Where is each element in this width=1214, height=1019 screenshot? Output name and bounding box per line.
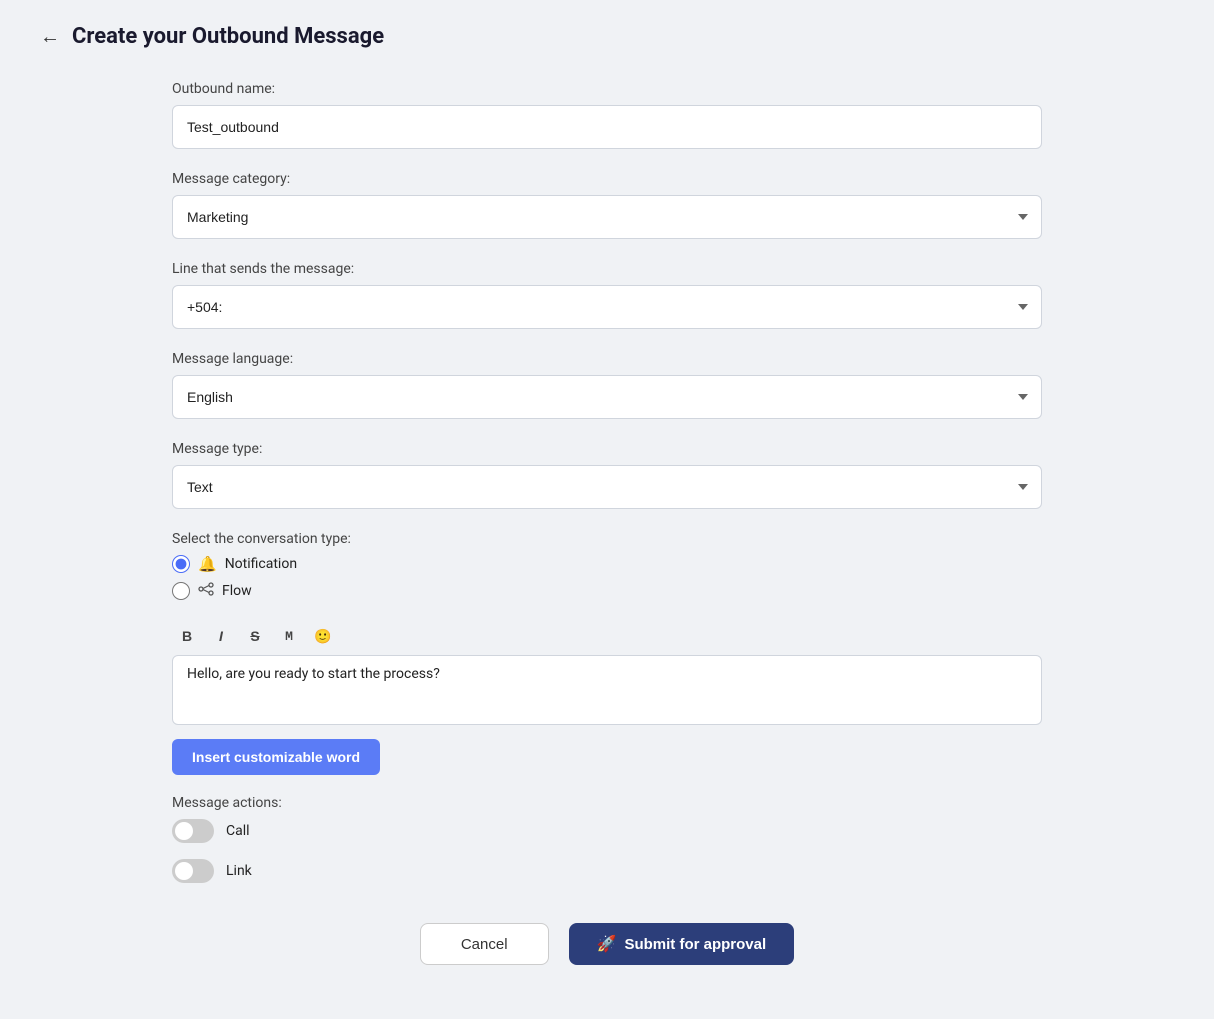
italic-button[interactable]: I [206, 621, 236, 651]
radio-notification[interactable]: 🔔 Notification [172, 555, 1042, 573]
footer-actions: Cancel 🚀 Submit for approval [172, 923, 1042, 995]
message-type-wrapper: Text Image Video Document [172, 465, 1042, 509]
mono-button[interactable]: M [274, 621, 304, 651]
message-category-label: Message category: [172, 171, 1042, 187]
radio-flow[interactable]: Flow [172, 581, 1042, 601]
bell-icon: 🔔 [198, 555, 217, 573]
message-category-wrapper: Marketing Transactional Authentication [172, 195, 1042, 239]
message-actions-label: Message actions: [172, 795, 1042, 811]
link-slider [172, 859, 214, 883]
insert-customizable-word-button[interactable]: Insert customizable word [172, 739, 380, 775]
message-language-select[interactable]: English Spanish French Portuguese [172, 375, 1042, 419]
message-language-label: Message language: [172, 351, 1042, 367]
radio-notification-input[interactable] [172, 555, 190, 573]
message-category-group: Message category: Marketing Transactiona… [172, 171, 1042, 239]
page-container: ← Create your Outbound Message Outbound … [0, 0, 1214, 1019]
link-toggle[interactable] [172, 859, 214, 883]
call-toggle[interactable] [172, 819, 214, 843]
link-toggle-row: Link [172, 859, 1042, 883]
cancel-button[interactable]: Cancel [420, 923, 549, 965]
form-container: Outbound name: Message category: Marketi… [172, 81, 1042, 995]
flow-icon [198, 581, 214, 601]
outbound-name-input[interactable] [172, 105, 1042, 149]
line-sends-wrapper: +504: [172, 285, 1042, 329]
page-title: Create your Outbound Message [72, 24, 384, 49]
link-label: Link [226, 863, 252, 879]
text-editor-toolbar: B I S M 🙂 [172, 621, 1042, 651]
submit-icon: 🚀 [597, 934, 617, 954]
emoji-button[interactable]: 🙂 [308, 621, 338, 651]
call-slider [172, 819, 214, 843]
message-type-label: Message type: [172, 441, 1042, 457]
notification-label: Notification [225, 556, 297, 572]
line-sends-group: Line that sends the message: +504: [172, 261, 1042, 329]
insert-btn-container: Insert customizable word [172, 729, 1042, 775]
submit-button[interactable]: 🚀 Submit for approval [569, 923, 795, 965]
conversation-type-section: Select the conversation type: 🔔 Notifica… [172, 531, 1042, 601]
message-category-select[interactable]: Marketing Transactional Authentication [172, 195, 1042, 239]
line-sends-select[interactable]: +504: [172, 285, 1042, 329]
call-label: Call [226, 823, 250, 839]
strikethrough-button[interactable]: S [240, 621, 270, 651]
message-type-group: Message type: Text Image Video Document [172, 441, 1042, 509]
submit-label: Submit for approval [624, 936, 766, 953]
radio-group: 🔔 Notification Flow [172, 555, 1042, 601]
bold-button[interactable]: B [172, 621, 202, 651]
line-sends-label: Line that sends the message: [172, 261, 1042, 277]
call-toggle-row: Call [172, 819, 1042, 843]
page-header: ← Create your Outbound Message [40, 24, 1174, 49]
radio-flow-input[interactable] [172, 582, 190, 600]
outbound-name-group: Outbound name: [172, 81, 1042, 149]
conversation-type-label: Select the conversation type: [172, 531, 1042, 547]
back-button[interactable]: ← [40, 24, 60, 49]
message-textarea[interactable]: Hello, are you ready to start the proces… [172, 655, 1042, 725]
message-type-select[interactable]: Text Image Video Document [172, 465, 1042, 509]
message-actions-section: Message actions: Call Link [172, 795, 1042, 883]
outbound-name-label: Outbound name: [172, 81, 1042, 97]
flow-label: Flow [222, 583, 252, 599]
message-language-group: Message language: English Spanish French… [172, 351, 1042, 419]
message-language-wrapper: English Spanish French Portuguese [172, 375, 1042, 419]
